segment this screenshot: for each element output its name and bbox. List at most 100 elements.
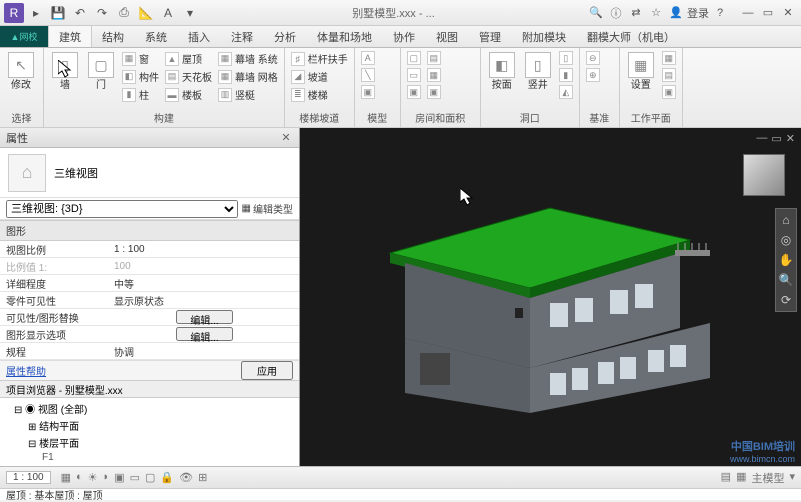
app-menu-icon[interactable]: R	[4, 3, 24, 23]
render-icon[interactable]: ▣	[114, 471, 124, 484]
set-workplane-button[interactable]: ▦设置	[624, 50, 658, 93]
wheel-icon[interactable]: ◎	[781, 233, 791, 247]
tab-addins[interactable]: 附加模块	[512, 26, 577, 47]
apply-button[interactable]: 应用	[241, 361, 293, 380]
crop-icon[interactable]: ▭	[130, 471, 140, 484]
reveal-icon[interactable]: ⊞	[198, 471, 207, 484]
tab-analyze[interactable]: 分析	[264, 26, 307, 47]
scale-display[interactable]: 1 : 100	[6, 471, 51, 484]
detail-level-icon[interactable]: ▦	[61, 471, 71, 484]
vp-close-icon[interactable]: ✕	[786, 132, 795, 145]
filter-icon[interactable]: ▾	[789, 470, 795, 486]
redo-icon[interactable]: ↷	[92, 3, 112, 23]
modify-button[interactable]: ↖修改	[4, 50, 38, 93]
tab-manage[interactable]: 管理	[469, 26, 512, 47]
model-text-button[interactable]: A	[359, 50, 377, 66]
by-face-button[interactable]: ◧按面	[485, 50, 519, 93]
edit-graphics-button[interactable]: 编辑...	[176, 327, 232, 341]
vertical-opening-button[interactable]: ▮	[557, 67, 575, 83]
temp-hide-icon[interactable]: 👁	[179, 471, 193, 484]
view-cube[interactable]	[743, 154, 785, 196]
select-links-icon[interactable]: ▤	[721, 470, 731, 486]
orbit-icon[interactable]: ⟳	[781, 293, 791, 307]
ramp-button[interactable]: ◢坡道	[289, 68, 350, 85]
text-icon[interactable]: A	[158, 3, 178, 23]
tab-architecture[interactable]: 建筑	[48, 26, 92, 47]
grid-button[interactable]: ⊕	[584, 67, 602, 83]
vp-max-icon[interactable]: ▭	[771, 132, 781, 145]
room-tag-button[interactable]: ▣	[405, 84, 423, 100]
min-icon[interactable]: —	[739, 4, 757, 22]
show-workplane-button[interactable]: ▦	[660, 50, 678, 66]
help-icon[interactable]: ?	[711, 4, 729, 22]
tab-structure[interactable]: 结构	[92, 26, 135, 47]
undo-icon[interactable]: ↶	[70, 3, 90, 23]
home-icon[interactable]: ⌂	[782, 213, 789, 227]
railing-button[interactable]: ♯栏杆扶手	[289, 50, 350, 67]
save-icon[interactable]: 💾	[48, 3, 68, 23]
crop-visible-icon[interactable]: ▢	[145, 471, 155, 484]
wall-opening-button[interactable]: ▯	[557, 50, 575, 66]
max-icon[interactable]: ▭	[759, 4, 777, 22]
main-model-label[interactable]: 主模型	[751, 470, 784, 486]
edit-visibility-button[interactable]: 编辑...	[176, 310, 232, 324]
tab-systems[interactable]: 系统	[135, 26, 178, 47]
sun-icon[interactable]: ☀	[88, 471, 98, 484]
ceiling-button[interactable]: ▤天花板	[163, 68, 214, 85]
ref-plane-button[interactable]: ▤	[660, 67, 678, 83]
info-icon[interactable]: ⓘ	[607, 4, 625, 22]
level-button[interactable]: ⊖	[584, 50, 602, 66]
print-icon[interactable]: ⎙	[114, 3, 134, 23]
room-button[interactable]: ▢	[405, 50, 423, 66]
area-button[interactable]: ▤	[425, 50, 443, 66]
properties-help-link[interactable]: 属性帮助	[6, 363, 46, 378]
component-button[interactable]: ◧构件	[120, 68, 161, 85]
comm-icon[interactable]: ⇄	[627, 4, 645, 22]
area-bound-button[interactable]: ▦	[425, 67, 443, 83]
tab-massing[interactable]: 体量和场地	[307, 26, 383, 47]
viewer-button[interactable]: ▣	[660, 84, 678, 100]
tab-collaborate[interactable]: 协作	[383, 26, 426, 47]
measure-icon[interactable]: 📐	[136, 3, 156, 23]
column-button[interactable]: ▮柱	[120, 86, 161, 103]
lock-icon[interactable]: 🔒	[160, 471, 174, 484]
project-browser[interactable]: ⊟ ◉ 视图 (全部) ⊞ 结构平面 ⊟ 楼层平面 F1	[0, 398, 299, 466]
tab-view[interactable]: 视图	[426, 26, 469, 47]
area-tag-button[interactable]: ▣	[425, 84, 443, 100]
room-sep-button[interactable]: ▭	[405, 67, 423, 83]
zoom-icon[interactable]: 🔍	[779, 273, 794, 287]
browser-node: ⊟ ◉ 视图 (全部)	[0, 400, 299, 417]
curtain-grid-button[interactable]: ▦幕墙 网格	[216, 68, 280, 85]
tab-annotate[interactable]: 注释	[221, 26, 264, 47]
search-icon[interactable]: 🔍	[587, 4, 605, 22]
curtain-system-button[interactable]: ▦幕墙 系统	[216, 50, 280, 67]
mullion-button[interactable]: ▥竖梃	[216, 86, 280, 103]
wall-button[interactable]: ▯墙	[48, 50, 82, 93]
user-icon[interactable]: 👤	[667, 4, 685, 22]
dormer-button[interactable]: ◭	[557, 84, 575, 100]
properties-close-icon[interactable]: ✕	[279, 131, 293, 144]
star-icon[interactable]: ☆	[647, 4, 665, 22]
worksets-icon[interactable]: ▦	[736, 470, 746, 486]
visual-style-icon[interactable]: ◐	[76, 471, 83, 484]
type-selector[interactable]: 三维视图: {3D}	[6, 200, 238, 218]
door-button[interactable]: ▢门	[84, 50, 118, 93]
close-icon[interactable]: ✕	[779, 4, 797, 22]
model-group-button[interactable]: ▣	[359, 84, 377, 100]
qat-dropdown-icon[interactable]: ▾	[180, 3, 200, 23]
edit-type-button[interactable]: ▦编辑类型	[242, 201, 293, 216]
model-line-button[interactable]: ╲	[359, 67, 377, 83]
open-icon[interactable]: ▸	[26, 3, 46, 23]
vp-min-icon[interactable]: —	[756, 132, 767, 145]
3d-viewport[interactable]: — ▭ ✕ ⌂ ◎ ✋ 🔍 ⟳	[300, 128, 801, 466]
shaft-button[interactable]: ▯竖井	[521, 50, 555, 93]
stair-button[interactable]: ≣楼梯	[289, 86, 350, 103]
shadow-icon[interactable]: ◗	[103, 471, 110, 484]
login-text[interactable]: 登录	[687, 4, 709, 22]
roof-button[interactable]: ▲屋顶	[163, 50, 214, 67]
tab-plugin[interactable]: 翻模大师（机电）	[577, 26, 686, 47]
pan-icon[interactable]: ✋	[779, 253, 794, 267]
window-button[interactable]: ▦窗	[120, 50, 161, 67]
tab-insert[interactable]: 插入	[178, 26, 221, 47]
floor-button[interactable]: ▬楼板	[163, 86, 214, 103]
